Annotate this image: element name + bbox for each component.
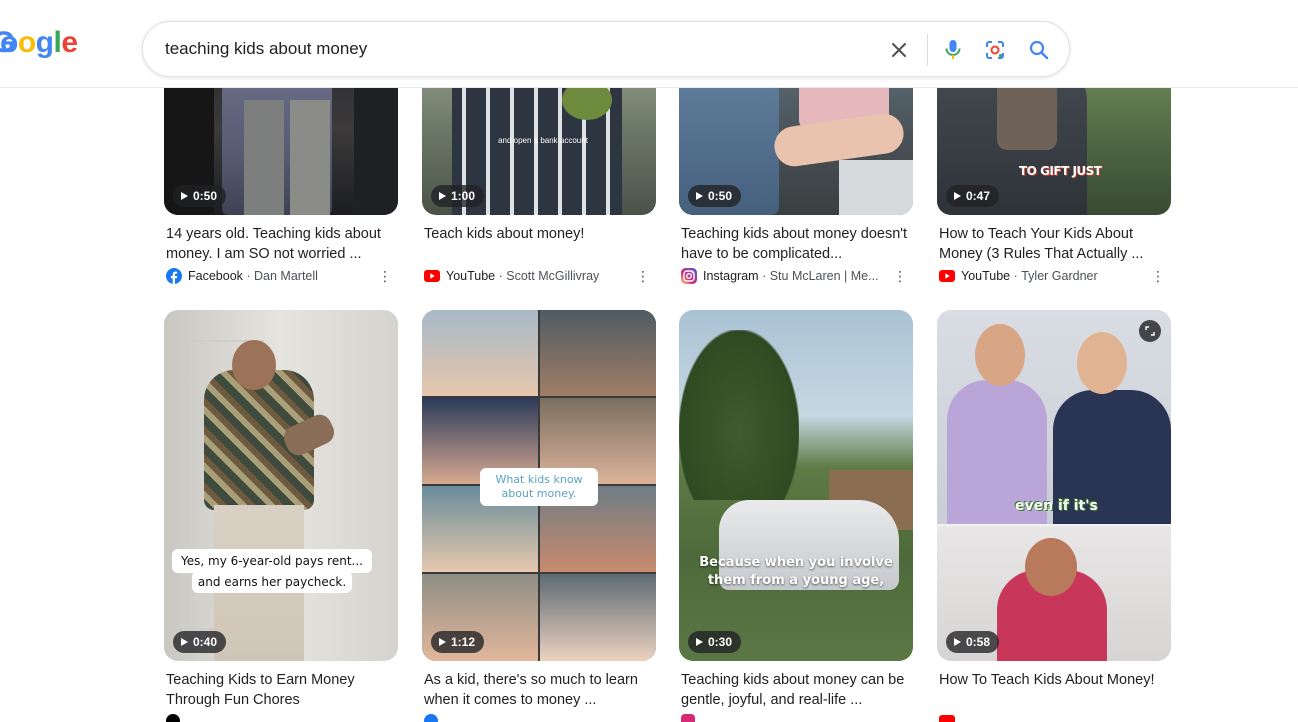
duration-badge: 0:47 — [946, 185, 1000, 207]
duration-badge: 0:50 — [688, 185, 742, 207]
youtube-icon — [939, 268, 955, 284]
more-options-icon[interactable]: ⋮ — [378, 268, 392, 284]
video-title[interactable]: Teaching kids about money can be gentle,… — [681, 670, 913, 710]
instagram-icon — [681, 268, 697, 284]
video-title[interactable]: 14 years old. Teaching kids about money.… — [166, 224, 398, 264]
video-title[interactable]: How To Teach Kids About Money! — [939, 670, 1171, 690]
video-overlay-caption: TO GIFT JUST — [1019, 164, 1102, 178]
video-overlay-caption: Because when you involve them from a you… — [699, 555, 893, 588]
video-results-grid: 0:50 14 years old. Teaching kids about m… — [0, 0, 1298, 722]
video-thumbnail[interactable]: What kids know about money. 1:12 — [422, 310, 656, 661]
play-icon — [439, 638, 446, 646]
video-source[interactable]: Facebook · Dan Martell ⋮ — [166, 268, 398, 284]
video-source[interactable]: YouTube · Tyler Gardner ⋮ — [939, 268, 1171, 284]
play-icon — [696, 192, 703, 200]
search-header: oogle G teaching kids about money — [0, 0, 1298, 88]
instagram-icon — [681, 714, 695, 722]
play-icon — [181, 638, 188, 646]
youtube-icon — [424, 268, 440, 284]
google-logo-g: G — [0, 26, 16, 59]
video-thumbnail[interactable]: even if it's 0:58 — [937, 310, 1171, 661]
facebook-icon — [166, 268, 182, 284]
video-overlay-caption: What kids know about money. — [480, 468, 598, 506]
play-icon — [954, 192, 961, 200]
video-title[interactable]: How to Teach Your Kids About Money (3 Ru… — [939, 224, 1171, 264]
divider — [927, 34, 928, 66]
duration-badge: 0:40 — [173, 631, 227, 653]
video-overlay-caption: and earns her paycheck. — [192, 571, 352, 593]
video-title[interactable]: Teaching Kids to Earn Money Through Fun … — [166, 670, 398, 710]
duration-badge: 0:30 — [688, 631, 742, 653]
search-input[interactable]: teaching kids about money — [165, 39, 367, 59]
lens-icon[interactable] — [981, 36, 1009, 64]
search-box[interactable]: teaching kids about money — [142, 21, 1070, 77]
expand-icon[interactable] — [1139, 320, 1161, 342]
video-source[interactable]: YouTube · Scott McGillivray ⋮ — [424, 268, 656, 284]
video-overlay-caption: Yes, my 6-year-old pays rent... — [172, 549, 372, 573]
search-icon[interactable] — [1025, 36, 1053, 64]
play-icon — [696, 638, 703, 646]
video-title[interactable]: Teach kids about money! — [424, 224, 656, 244]
video-overlay-caption: and open a bank account — [498, 136, 588, 145]
more-options-icon[interactable]: ⋮ — [1151, 268, 1165, 284]
duration-badge: 0:58 — [946, 631, 1000, 653]
duration-badge: 0:50 — [173, 185, 227, 207]
video-title[interactable]: Teaching kids about money doesn't have t… — [681, 224, 913, 264]
close-icon[interactable] — [885, 36, 913, 64]
duration-badge: 1:12 — [431, 631, 485, 653]
duration-badge: 1:00 — [431, 185, 485, 207]
video-thumbnail[interactable]: Because when you involve them from a you… — [679, 310, 913, 661]
youtube-icon — [939, 715, 955, 722]
video-source[interactable]: Instagram · Stu McLaren | Me... ⋮ — [681, 268, 913, 284]
facebook-icon — [424, 714, 438, 722]
more-options-icon[interactable]: ⋮ — [893, 268, 907, 284]
microphone-icon[interactable] — [939, 36, 967, 64]
more-options-icon[interactable]: ⋮ — [636, 268, 650, 284]
tiktok-icon — [166, 714, 180, 722]
video-overlay-caption: even if it's — [1015, 498, 1098, 514]
play-icon — [954, 638, 961, 646]
play-icon — [439, 192, 446, 200]
play-icon — [181, 192, 188, 200]
video-thumbnail[interactable]: Yes, my 6-year-old pays rent... and earn… — [164, 310, 398, 661]
video-title[interactable]: As a kid, there's so much to learn when … — [424, 670, 656, 710]
